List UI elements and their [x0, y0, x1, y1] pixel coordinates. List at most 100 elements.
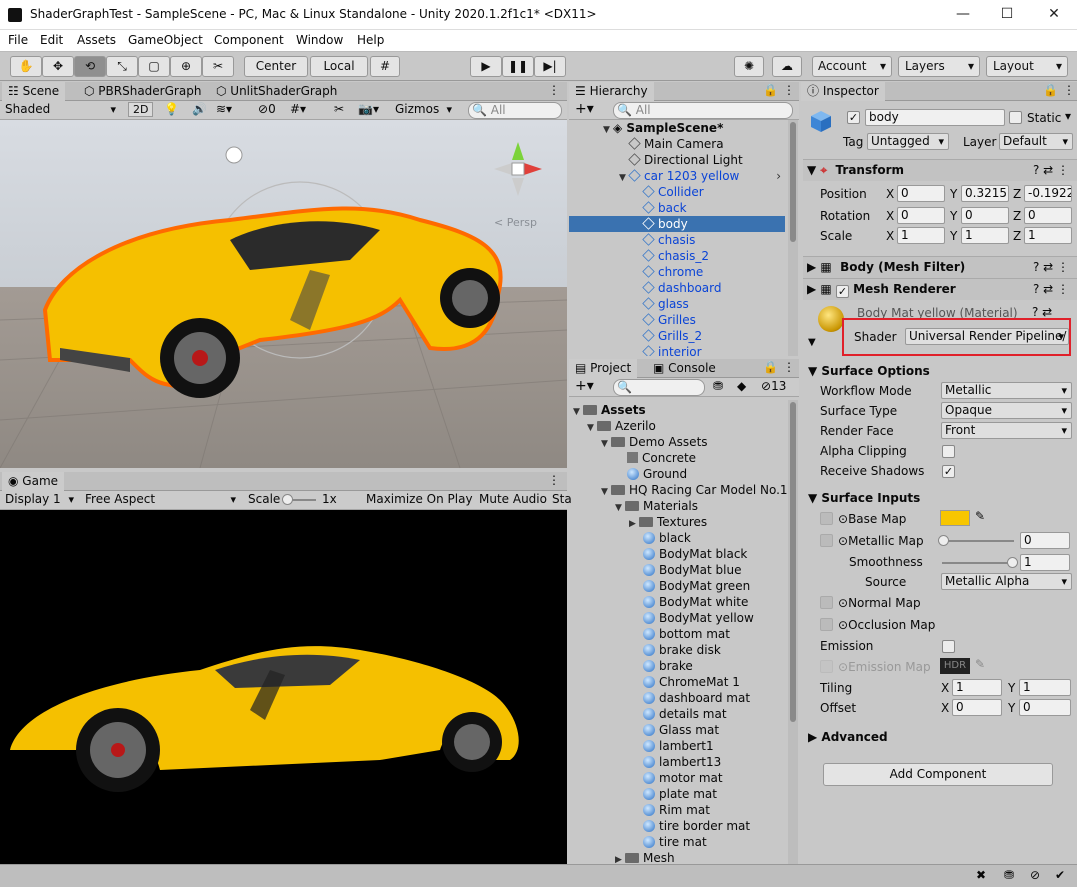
offset-y-field[interactable]: 0: [1019, 699, 1071, 716]
eyedropper-icon[interactable]: ✎: [975, 657, 985, 671]
aspect-dropdown[interactable]: Free Aspect: [82, 492, 240, 509]
list-item[interactable]: chasis: [569, 232, 785, 248]
smoothness-value-field[interactable]: 1: [1020, 554, 1070, 571]
offset-x-field[interactable]: 0: [952, 699, 1002, 716]
scene-menu-icon[interactable]: ⋮: [548, 83, 560, 97]
material-item[interactable]: lambert13: [569, 754, 785, 770]
maximize-icon[interactable]: ☐: [997, 6, 1017, 22]
tree-item[interactable]: ▼ Materials: [569, 498, 785, 514]
scale-y-field[interactable]: 1: [961, 227, 1009, 244]
base-color-swatch[interactable]: [940, 510, 970, 526]
list-item[interactable]: glass: [569, 296, 785, 312]
surface-inputs-header[interactable]: ▼ Surface Inputs: [808, 491, 920, 505]
static-dropdown-icon[interactable]: ▾: [1065, 109, 1071, 123]
inspector-menu-icon[interactable]: ⋮: [1063, 83, 1075, 97]
scale-tool-icon[interactable]: ⤡: [106, 56, 138, 77]
hand-tool-icon[interactable]: ✋: [10, 56, 42, 77]
list-item[interactable]: ▼ car 1203 yellow ›: [569, 168, 785, 184]
material-item[interactable]: BodyMat white: [569, 594, 785, 610]
scene-viewport[interactable]: < Persp: [0, 120, 567, 468]
scale-z-field[interactable]: 1: [1024, 227, 1072, 244]
mesh-renderer-checkbox[interactable]: ✓: [835, 285, 849, 298]
tree-item[interactable]: ▼ Assets: [569, 402, 785, 418]
material-item[interactable]: BodyMat black: [569, 546, 785, 562]
hidden-objects-icon[interactable]: ⊘0: [258, 102, 276, 116]
scale-slider[interactable]: [282, 494, 316, 505]
material-settings-icon[interactable]: ? ⇄: [1032, 305, 1052, 319]
play-button[interactable]: ▶: [470, 56, 502, 77]
surface-options-header[interactable]: ▼ Surface Options: [808, 364, 930, 378]
active-checkbox[interactable]: ✓: [847, 111, 860, 124]
filter-type-icon[interactable]: ⛃: [713, 379, 723, 393]
tree-item[interactable]: Ground: [569, 466, 785, 482]
emission-checkbox[interactable]: [942, 640, 955, 653]
layout-dropdown[interactable]: Layout ▾: [986, 56, 1068, 77]
material-item[interactable]: brake disk: [569, 642, 785, 658]
material-item[interactable]: lambert1: [569, 738, 785, 754]
cache-icon[interactable]: ⛃: [1004, 868, 1014, 882]
material-item[interactable]: ChromeMat 1: [569, 674, 785, 690]
tree-item[interactable]: ▶ Mesh: [569, 850, 785, 864]
2d-toggle[interactable]: 2D: [128, 102, 154, 117]
tab-unlitshadergraph[interactable]: ⬡ UnlitShaderGraph: [210, 82, 343, 101]
hierarchy-menu-icon[interactable]: ⋮: [783, 83, 795, 97]
material-item[interactable]: bottom mat: [569, 626, 785, 642]
tree-item[interactable]: ▶ Textures: [569, 514, 785, 530]
hierarchy-search-input[interactable]: 🔍 All: [613, 102, 793, 119]
tree-item[interactable]: ▼ Azerilo: [569, 418, 785, 434]
shading-mode-dropdown[interactable]: Shaded: [2, 102, 120, 119]
hidden-packages-icon[interactable]: ⊘13: [761, 379, 786, 393]
material-item[interactable]: plate mat: [569, 786, 785, 802]
list-item-selected[interactable]: body: [569, 216, 785, 232]
lighting-status-icon[interactable]: ⊘: [1030, 868, 1040, 882]
emission-color-swatch[interactable]: HDR: [940, 658, 970, 674]
gizmos-dropdown[interactable]: Gizmos: [392, 102, 456, 119]
menu-gameobject[interactable]: GameObject: [128, 33, 203, 47]
menu-assets[interactable]: Assets: [77, 33, 116, 47]
source-dropdown[interactable]: Metallic Alpha: [941, 573, 1072, 590]
orientation-gizmo[interactable]: [486, 134, 550, 198]
lock-icon[interactable]: 🔒: [763, 360, 778, 374]
pivot-local-button[interactable]: Local: [310, 56, 368, 77]
tab-inspector[interactable]: ⓘ Inspector: [801, 82, 885, 101]
effects-icon[interactable]: ≋▾: [216, 102, 232, 116]
scene-search-input[interactable]: 🔍 All: [468, 102, 562, 119]
tab-pbrshadergraph[interactable]: ⬡ PBRShaderGraph: [78, 82, 207, 101]
menu-edit[interactable]: Edit: [40, 33, 63, 47]
project-search-input[interactable]: 🔍: [613, 379, 705, 396]
pause-button[interactable]: ❚❚: [502, 56, 534, 77]
hierarchy-scrollbar[interactable]: [788, 120, 798, 356]
tab-project[interactable]: ▤ Project: [569, 359, 638, 378]
project-menu-icon[interactable]: ⋮: [783, 360, 795, 374]
menu-file[interactable]: File: [8, 33, 28, 47]
close-icon[interactable]: ✕: [1044, 6, 1064, 22]
list-item[interactable]: Grills_2: [569, 328, 785, 344]
tiling-y-field[interactable]: 1: [1019, 679, 1071, 696]
list-item[interactable]: Grilles: [569, 312, 785, 328]
mesh-filter-header[interactable]: ▶ ▦ Body (Mesh Filter)? ⇄ ⋮: [803, 256, 1077, 278]
transform-header[interactable]: ▼ ⌖ Transform? ⇄ ⋮: [803, 159, 1077, 181]
audio-icon[interactable]: 🔊: [192, 102, 207, 116]
mesh-renderer-header[interactable]: ▶ ▦ ✓ Mesh Renderer? ⇄ ⋮: [803, 278, 1077, 300]
material-item[interactable]: BodyMat green: [569, 578, 785, 594]
list-item[interactable]: chrome: [569, 264, 785, 280]
tab-hierarchy[interactable]: ☰ Hierarchy: [569, 82, 654, 101]
material-item[interactable]: details mat: [569, 706, 785, 722]
material-item[interactable]: BodyMat blue: [569, 562, 785, 578]
persp-label[interactable]: < Persp: [494, 216, 537, 229]
surface-type-dropdown[interactable]: Opaque: [941, 402, 1072, 419]
lighting-icon[interactable]: 💡: [164, 102, 179, 116]
maximize-on-play-toggle[interactable]: Maximize On Play: [366, 492, 473, 506]
render-face-dropdown[interactable]: Front: [941, 422, 1072, 439]
move-tool-icon[interactable]: ✥: [42, 56, 74, 77]
scene-root[interactable]: ▼ ◈ SampleScene*: [569, 120, 785, 136]
create-icon[interactable]: +▾: [575, 101, 594, 117]
workflow-dropdown[interactable]: Metallic: [941, 382, 1072, 399]
display-dropdown[interactable]: Display 1: [2, 492, 78, 509]
static-checkbox[interactable]: [1009, 111, 1022, 124]
position-y-field[interactable]: 0.32157: [961, 185, 1009, 202]
metallic-slider[interactable]: [938, 535, 1014, 546]
rotation-z-field[interactable]: 0: [1024, 207, 1072, 224]
smoothness-slider[interactable]: [942, 557, 1018, 568]
grid-icon[interactable]: #▾: [290, 102, 306, 116]
